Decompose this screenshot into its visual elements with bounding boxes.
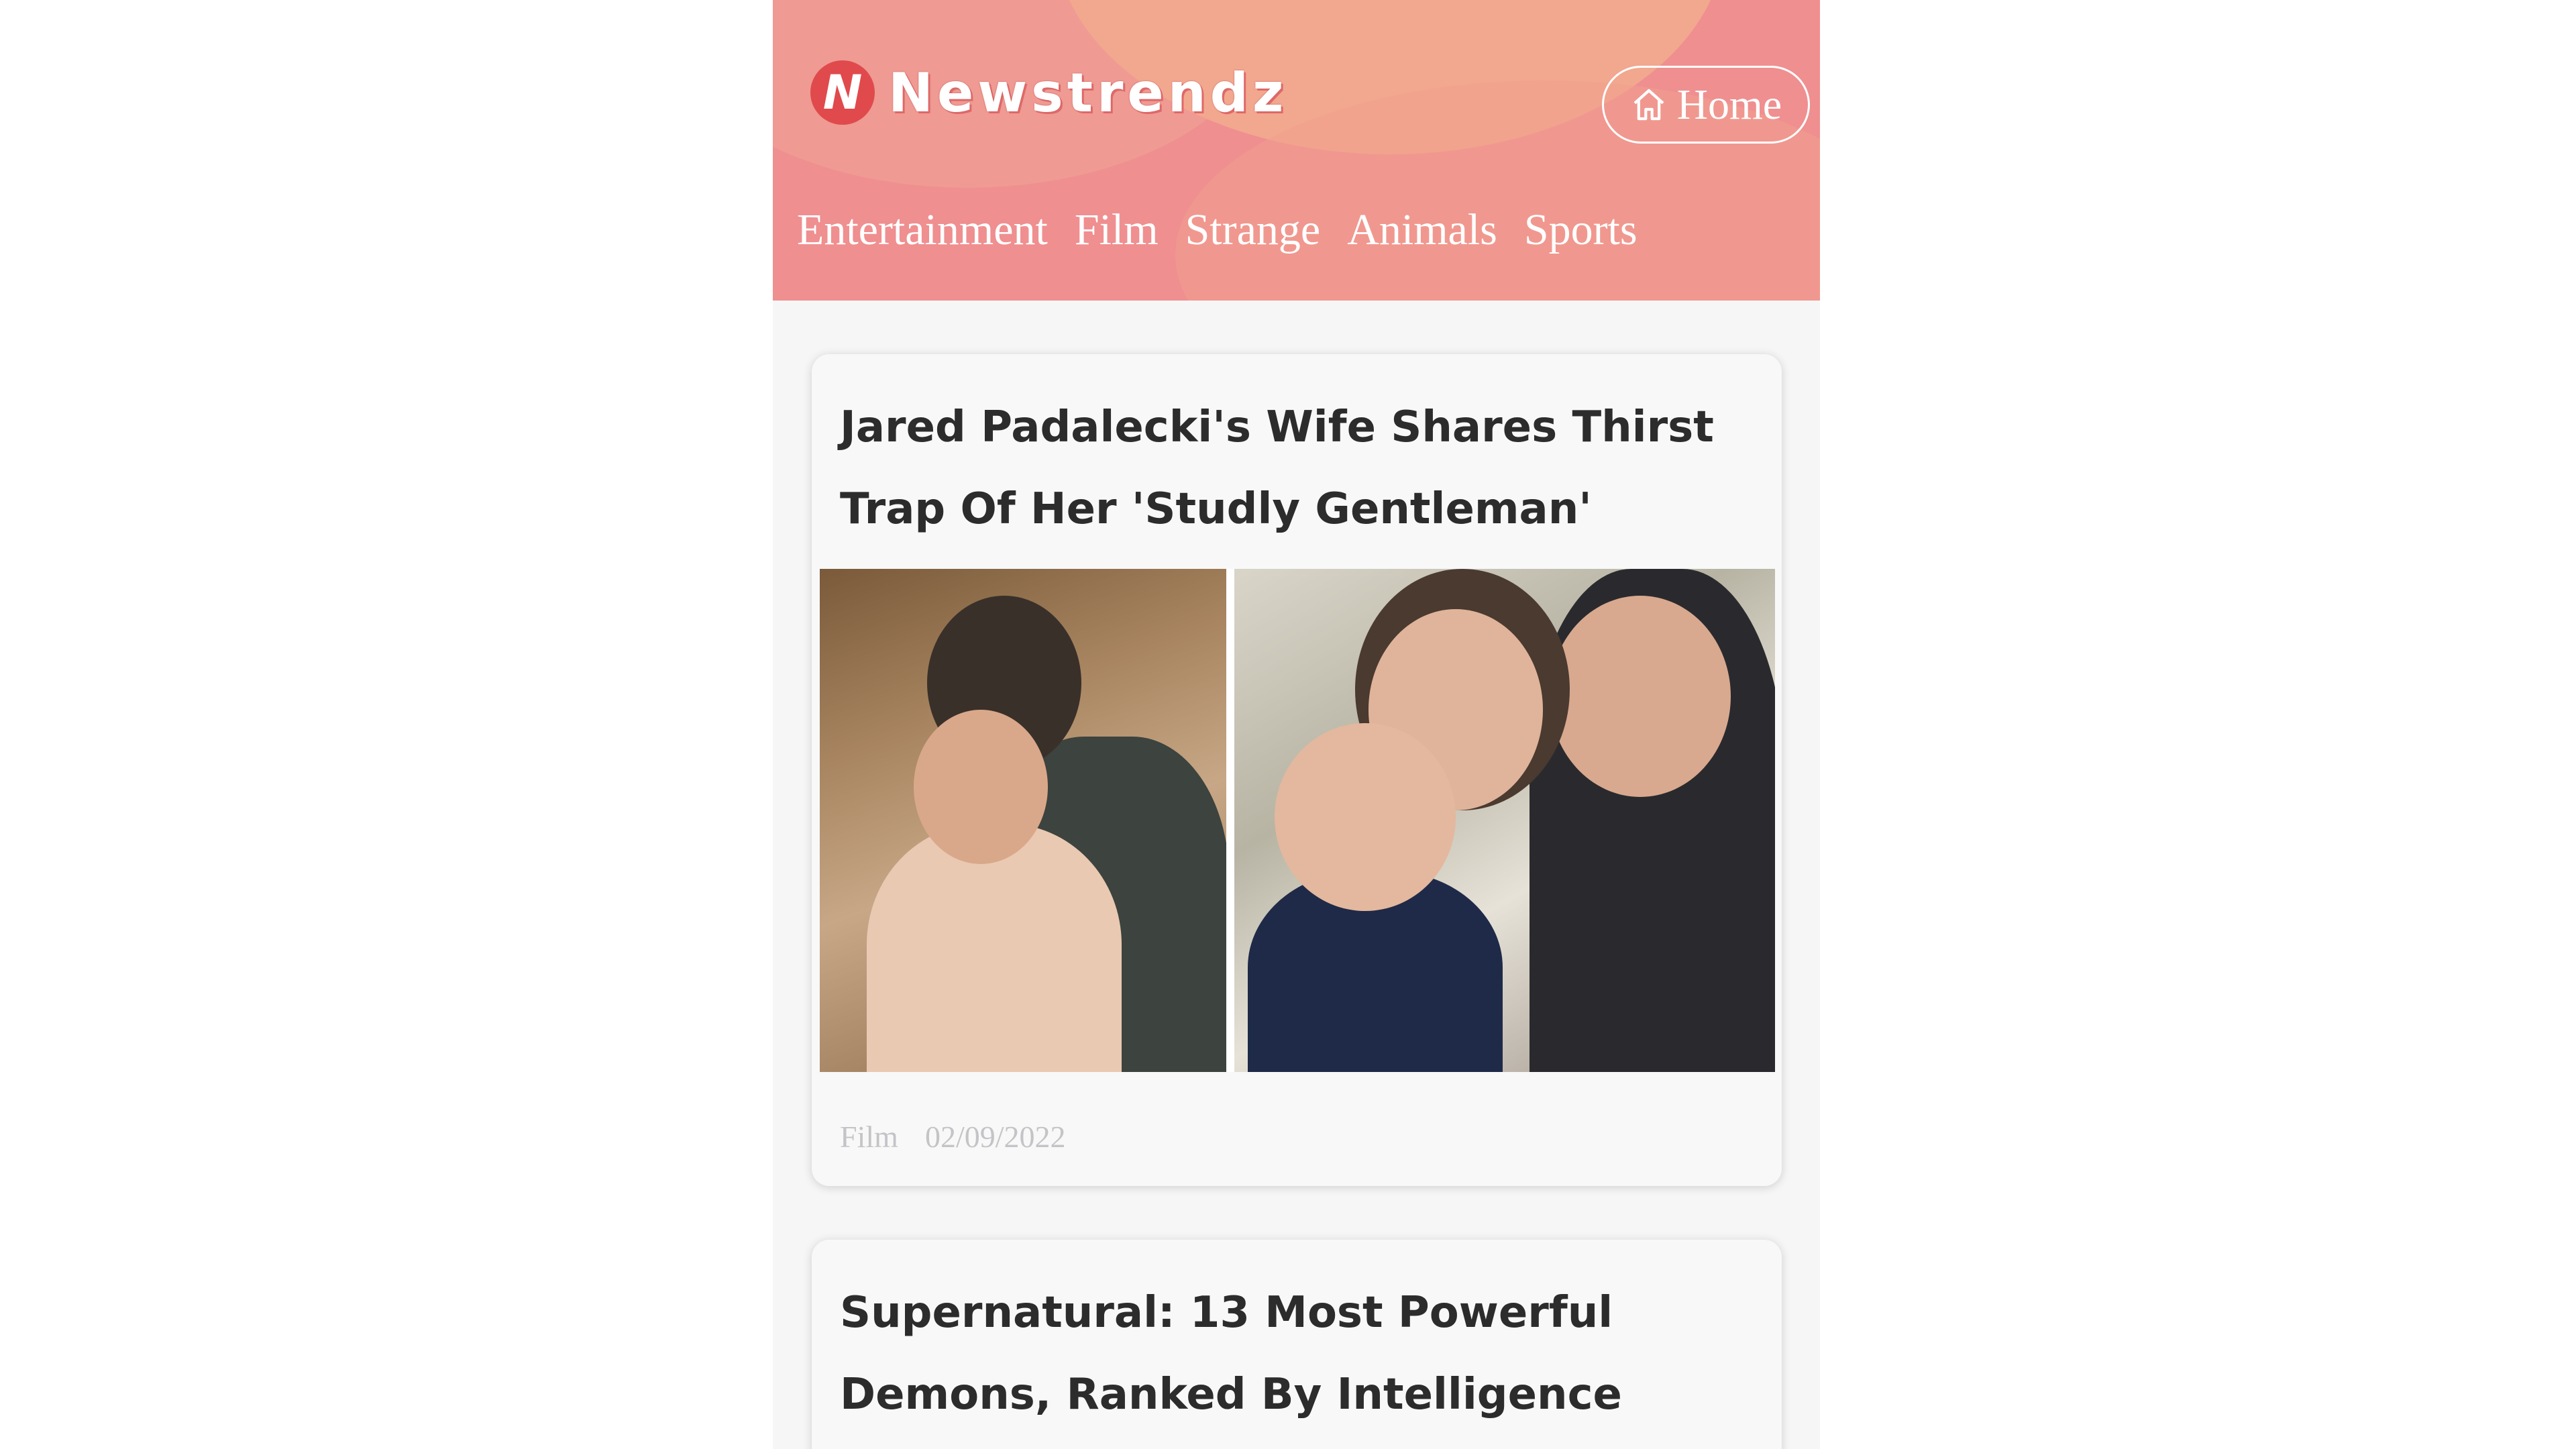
nav-item-strange[interactable]: Strange: [1185, 205, 1321, 256]
thumbnail-photo-right: [1234, 569, 1775, 1072]
nav-item-animals[interactable]: Animals: [1347, 205, 1497, 256]
nav-item-entertainment[interactable]: Entertainment: [797, 205, 1048, 256]
article-date: 02/09/2022: [924, 1120, 1066, 1154]
home-icon: [1633, 89, 1664, 121]
article-card[interactable]: Jared Padalecki's Wife Shares Thirst Tra…: [812, 354, 1782, 1186]
nav-item-sports[interactable]: Sports: [1524, 205, 1638, 256]
home-button[interactable]: Home: [1602, 66, 1810, 144]
site-logo[interactable]: N Newstrendz: [810, 60, 1287, 125]
article-category: Film: [840, 1120, 898, 1154]
category-nav: Entertainment Film Strange Animals Sport…: [797, 205, 1638, 256]
page-container: N Newstrendz Home Entertainment Film Str…: [773, 0, 1820, 1449]
thumbnail-photo-left: [820, 569, 1226, 1072]
home-button-label: Home: [1676, 80, 1782, 128]
article-title[interactable]: Jared Padalecki's Wife Shares Thirst Tra…: [812, 354, 1782, 550]
site-header: N Newstrendz Home Entertainment Film Str…: [773, 0, 1820, 301]
article-card[interactable]: Supernatural: 13 Most Powerful Demons, R…: [812, 1240, 1782, 1449]
nav-item-film[interactable]: Film: [1075, 205, 1159, 256]
article-meta: Film 02/09/2022: [840, 1119, 1066, 1155]
logo-badge-icon: N: [810, 60, 875, 125]
article-title[interactable]: Supernatural: 13 Most Powerful Demons, R…: [812, 1240, 1782, 1436]
logo-wordmark: Newstrendz: [888, 61, 1288, 124]
article-thumbnail[interactable]: [820, 569, 1775, 1072]
